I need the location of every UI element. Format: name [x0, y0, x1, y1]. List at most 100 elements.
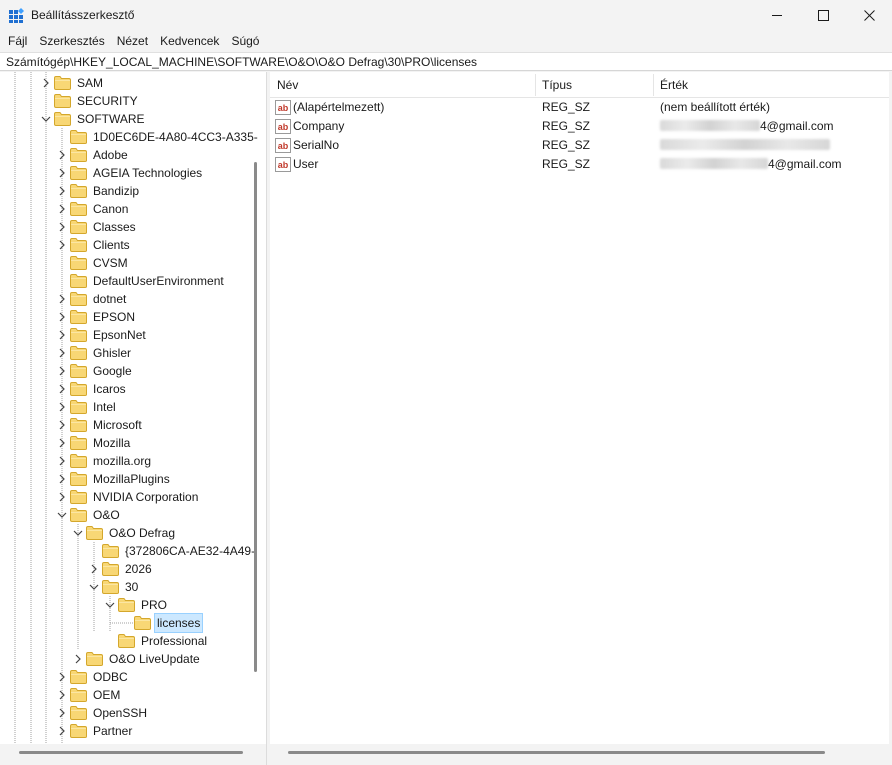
chevron-right-icon[interactable]: [73, 654, 83, 664]
chevron-right-icon[interactable]: [57, 312, 67, 322]
minimize-button[interactable]: [754, 0, 800, 31]
tree-item-label: licenses: [153, 613, 204, 633]
folder-icon: [118, 634, 135, 648]
tree-item-label: O&O: [93, 508, 120, 522]
list-scrollbar-track: [270, 744, 892, 765]
chevron-right-icon[interactable]: [57, 366, 67, 376]
chevron-right-icon[interactable]: [57, 222, 67, 232]
maximize-button[interactable]: [800, 0, 846, 31]
folder-icon: [70, 382, 87, 396]
tree-item-label: Canon: [93, 202, 129, 216]
folder-icon: [86, 652, 103, 666]
chevron-down-icon[interactable]: [73, 528, 83, 538]
folder-icon: [54, 76, 71, 90]
string-value-icon: ab: [275, 138, 291, 153]
redacted-text: [660, 139, 830, 150]
chevron-down-icon[interactable]: [41, 114, 51, 124]
chevron-right-icon[interactable]: [57, 204, 67, 214]
window-title: Beállításszerkesztő: [31, 8, 135, 22]
chevron-right-icon[interactable]: [57, 690, 67, 700]
title-bar: Beállításszerkesztő: [0, 0, 892, 31]
tree-item-label: Microsoft: [93, 418, 142, 432]
folder-icon: [70, 220, 87, 234]
folder-icon: [54, 112, 71, 126]
chevron-right-icon[interactable]: [57, 294, 67, 304]
tree-horizontal-scrollbar[interactable]: [19, 751, 243, 754]
chevron-right-icon[interactable]: [57, 384, 67, 394]
folder-icon: [102, 562, 119, 576]
chevron-right-icon[interactable]: [57, 708, 67, 718]
menu-view[interactable]: Nézet: [111, 31, 154, 51]
folder-icon: [54, 94, 71, 108]
chevron-right-icon[interactable]: [57, 672, 67, 682]
tree-item-label: EPSON: [93, 310, 136, 324]
chevron-right-icon[interactable]: [57, 168, 67, 178]
value-row[interactable]: ab (Alapértelmezett) REG_SZ (nem beállított…: [270, 98, 892, 117]
chevron-right-icon[interactable]: [57, 330, 67, 340]
chevron-right-icon[interactable]: [57, 402, 67, 412]
column-header-type[interactable]: Típus: [535, 72, 653, 98]
folder-icon: [70, 256, 87, 270]
chevron-right-icon[interactable]: [57, 186, 67, 196]
tree-item-label: Professional: [141, 634, 208, 648]
value-row[interactable]: ab User REG_SZ 4@gmail.com: [270, 155, 892, 174]
svg-text:ab: ab: [278, 122, 289, 132]
value-data: (nem beállított érték): [660, 98, 770, 117]
folder-icon: [86, 526, 103, 540]
tree-item-label: Bandizip: [93, 184, 140, 198]
menu-edit[interactable]: Szerkesztés: [33, 31, 110, 51]
menu-help[interactable]: Súgó: [225, 31, 265, 51]
close-button[interactable]: [846, 0, 892, 31]
value-row[interactable]: ab Company REG_SZ 4@gmail.com: [270, 117, 892, 136]
chevron-right-icon[interactable]: [57, 474, 67, 484]
chevron-right-icon[interactable]: [57, 456, 67, 466]
tree-item-label: dotnet: [93, 292, 127, 306]
folder-icon: [102, 580, 119, 594]
chevron-right-icon[interactable]: [57, 240, 67, 250]
folder-icon: [70, 130, 87, 144]
string-value-icon: ab: [275, 119, 291, 134]
value-type: REG_SZ: [542, 157, 591, 171]
tree-item-label: 30: [125, 580, 139, 594]
tree-item-label: EpsonNet: [93, 328, 146, 342]
chevron-right-icon[interactable]: [57, 726, 67, 736]
value-type: REG_SZ: [542, 138, 591, 152]
list-header: Név Típus Érték: [270, 72, 892, 98]
folder-icon: [70, 148, 87, 162]
list-horizontal-scrollbar[interactable]: [288, 751, 825, 754]
tree-item-label: Icaros: [93, 382, 126, 396]
chevron-right-icon[interactable]: [57, 150, 67, 160]
chevron-right-icon[interactable]: [41, 78, 51, 88]
chevron-down-icon[interactable]: [89, 582, 99, 592]
chevron-right-icon[interactable]: [57, 438, 67, 448]
chevron-right-icon[interactable]: [89, 564, 99, 574]
tree-item-label: 2026: [125, 562, 152, 576]
tree-item-label: Clients: [93, 238, 130, 252]
chevron-right-icon[interactable]: [57, 492, 67, 502]
chevron-down-icon[interactable]: [57, 510, 67, 520]
value-row[interactable]: ab SerialNo REG_SZ: [270, 136, 892, 155]
column-header-data[interactable]: Érték: [653, 72, 883, 98]
tree-item-label: Partner: [93, 724, 133, 738]
tree-item-label: SECURITY: [77, 94, 138, 108]
chevron-right-icon[interactable]: [57, 420, 67, 430]
chevron-right-icon[interactable]: [57, 348, 67, 358]
folder-icon: [70, 436, 87, 450]
tree-item-label: DefaultUserEnvironment: [93, 274, 224, 288]
tree-item-label: 1D0EC6DE-4A80-4CC3-A335-: [93, 130, 258, 144]
chevron-down-icon[interactable]: [105, 600, 115, 610]
string-value-icon: ab: [275, 100, 291, 115]
tree-vertical-scrollbar[interactable]: [254, 162, 257, 672]
string-value-icon: ab: [275, 157, 291, 172]
menu-favorites[interactable]: Kedvencek: [154, 31, 225, 51]
tree-item-label: MozillaPlugins: [93, 472, 170, 486]
address-bar[interactable]: Számítógép\HKEY_LOCAL_MACHINE\SOFTWARE\O…: [0, 52, 892, 71]
folder-icon: [70, 238, 87, 252]
tree-item-label: ODBC: [93, 670, 128, 684]
menu-file[interactable]: Fájl: [2, 31, 33, 51]
value-name: (Alapértelmezett): [293, 100, 385, 114]
folder-icon: [70, 508, 87, 522]
column-header-name[interactable]: Név: [270, 72, 535, 98]
tree-item-label: O&O Defrag: [109, 526, 176, 540]
folder-icon: [70, 454, 87, 468]
